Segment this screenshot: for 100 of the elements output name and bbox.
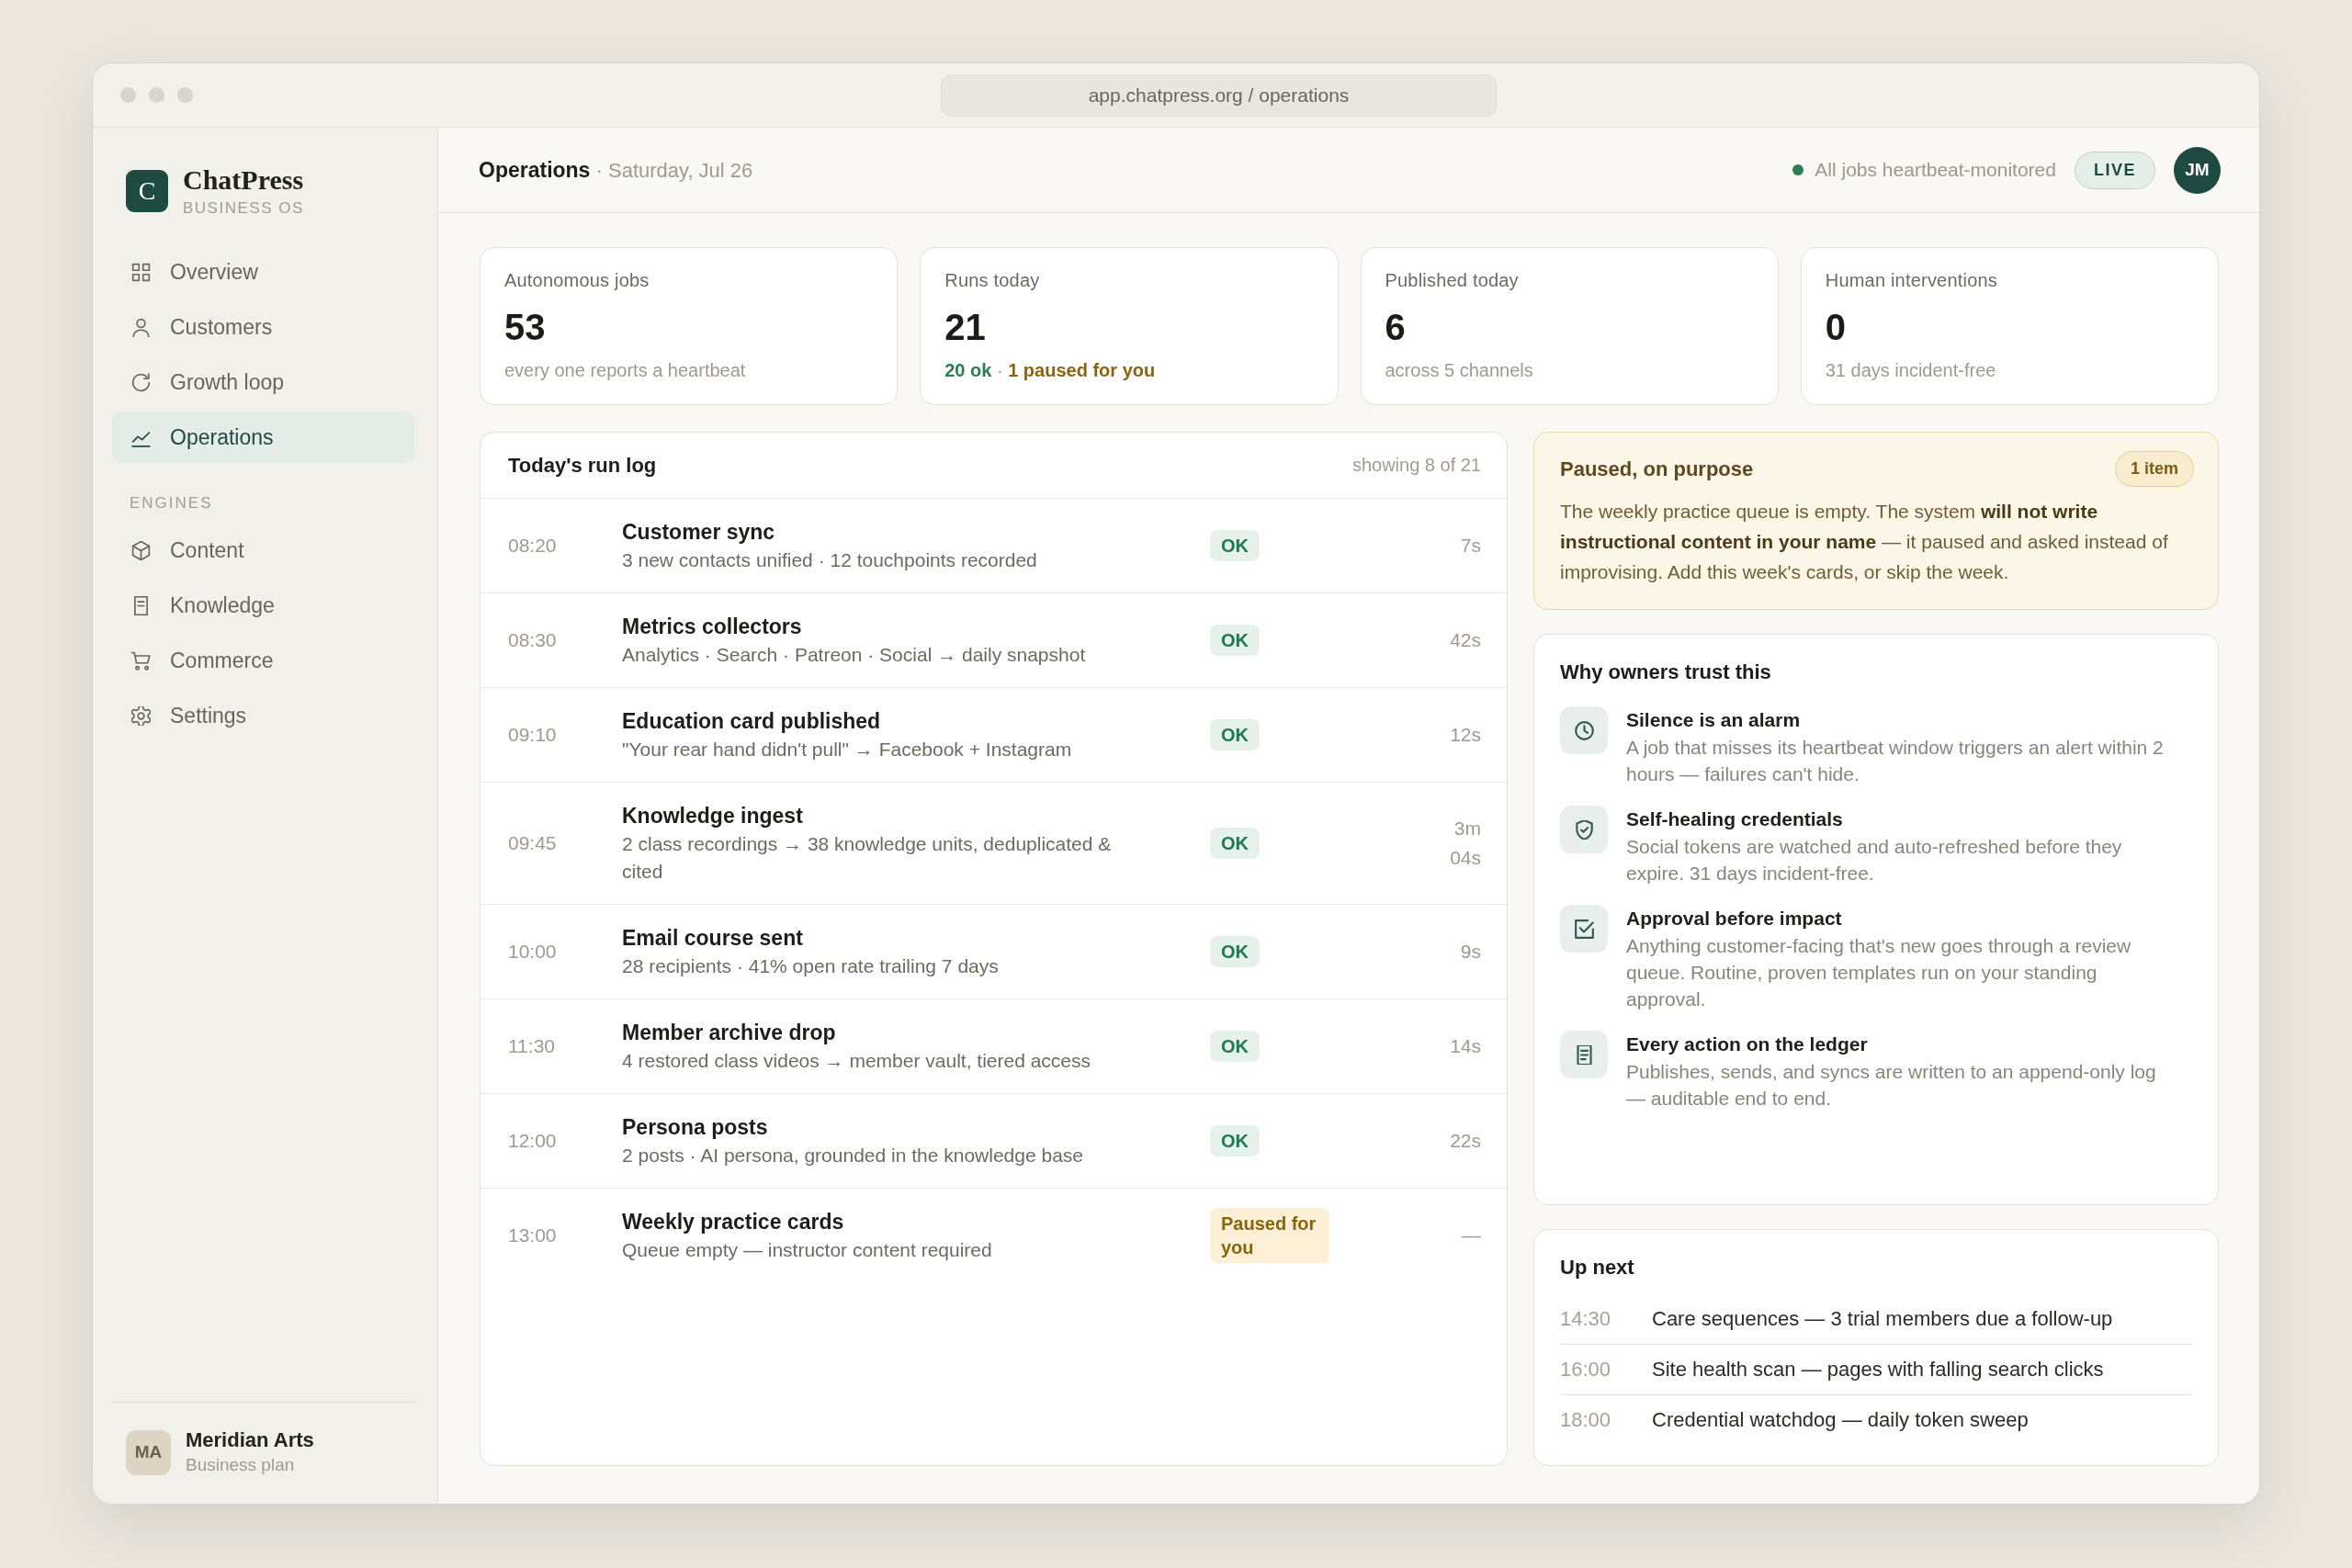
nav-item[interactable]: Commerce [112, 635, 414, 686]
stat-value: 53 [504, 306, 547, 349]
job-detail: 4 restored class videos → member vault, tiered access [622, 1049, 1092, 1073]
run-time: 12:00 [508, 1130, 558, 1152]
account-name: Meridian Arts [186, 1427, 314, 1453]
item-count-badge: 1 item [2114, 451, 2194, 487]
account-plan: Business plan [186, 1454, 296, 1476]
run-duration: 14s [1449, 1034, 1481, 1058]
trust-point-text: Anything customer-facing that's new goes through a review queue. Routine, proven templates run on your standing approval. [1626, 934, 2132, 1011]
job-detail: "Your rear hand didn't pull" → Facebook + Instagram [622, 738, 1073, 761]
run-time: 08:20 [508, 535, 558, 557]
cart-icon [131, 650, 151, 671]
job-detail: 28 recipients · 41% open rate trailing 7 days [622, 954, 1000, 978]
status-dot-icon [1792, 164, 1804, 175]
live-badge: LIVE [2075, 151, 2155, 189]
status-badge: Paused for you [1210, 1208, 1329, 1263]
stat-note: 20 ok · 1 paused for you [944, 359, 1157, 382]
status-badge: OK [1210, 828, 1260, 859]
scheduled-job: Site health scan — pages with falling search clicks [1652, 1358, 2104, 1382]
panel-title: Paused, on purpose [1560, 457, 1754, 481]
run-duration: 12s [1449, 723, 1481, 747]
run-time: 08:30 [508, 629, 558, 651]
status-badge: OK [1210, 625, 1260, 656]
nav-section-heading: ENGINES [129, 494, 214, 513]
run-time: 13:00 [508, 1224, 558, 1247]
job-title: Metrics collectors [622, 614, 803, 640]
status-badge: OK [1210, 719, 1260, 750]
stat-value: 6 [1385, 306, 1407, 349]
run-duration: 3m 04s [1449, 817, 1481, 870]
run-time: 09:45 [508, 832, 558, 854]
job-detail: Queue empty — instructor content required [622, 1238, 993, 1262]
stat-note: every one reports a heartbeat [504, 359, 747, 382]
page-heading: Operations · Saturday, Jul 26 [479, 157, 753, 183]
shield-check-icon [1560, 806, 1608, 853]
run-count: showing 8 of 21 [1351, 455, 1481, 476]
document-icon [131, 595, 151, 615]
trust-point-title: Approval before impact [1626, 907, 1843, 931]
job-detail: Analytics · Search · Patreon · Social → daily snapshot [622, 643, 1087, 667]
job-title: Weekly practice cards [622, 1209, 845, 1235]
stat-note: 31 days incident-free [1825, 359, 1997, 382]
scheduled-time: 16:00 [1560, 1358, 1612, 1382]
run-duration: 9s [1459, 940, 1481, 964]
panel-title: Why owners trust this [1560, 660, 1772, 685]
stat-label: Autonomous jobs [504, 269, 650, 292]
user-avatar[interactable]: JM [2174, 146, 2221, 194]
scheduled-time: 14:30 [1560, 1307, 1612, 1331]
refresh-icon [131, 372, 151, 392]
stat-label: Human interventions [1825, 269, 1998, 292]
stat-label: Runs today [944, 269, 1041, 292]
run-time: 10:00 [508, 941, 558, 963]
job-detail: 2 posts · AI persona, grounded in the knowledge base [622, 1144, 1084, 1168]
scheduled-time: 18:00 [1560, 1408, 1612, 1432]
job-title: Member archive drop [622, 1020, 837, 1046]
nav-item[interactable]: Knowledge [112, 580, 414, 631]
clock-icon [1560, 706, 1608, 754]
trust-point-text: A job that misses its heartbeat window triggers an alert within 2 hours — failures can't hide. [1626, 736, 2164, 786]
job-detail: 3 new contacts unified · 12 touchpoints recorded [622, 548, 1038, 572]
window-control-icon[interactable] [177, 87, 193, 103]
job-detail: 2 class recordings → 38 knowledge units, deduplicated & cited [622, 832, 1113, 884]
run-duration: 22s [1449, 1129, 1481, 1153]
trust-point-text: Publishes, sends, and syncs are written to an append-only log — auditable end to end. [1626, 1060, 2157, 1111]
nav-item[interactable]: Content [112, 525, 414, 576]
checkbox-icon [1560, 905, 1608, 953]
status-badge: OK [1210, 936, 1260, 967]
brand-tagline: BUSINESS OS [183, 199, 304, 218]
status-badge: OK [1210, 1125, 1260, 1156]
job-title: Knowledge ingest [622, 803, 804, 829]
nav-item[interactable]: Overview [112, 246, 414, 298]
status-badge: OK [1210, 530, 1260, 561]
run-time: 11:30 [508, 1035, 556, 1057]
nav-item[interactable]: Growth loop [112, 356, 414, 408]
run-duration: — [1461, 1224, 1481, 1247]
status-badge: OK [1210, 1031, 1260, 1062]
brand-name: ChatPress [183, 164, 304, 196]
stat-value: 21 [944, 306, 987, 349]
person-icon [131, 317, 151, 337]
scheduled-job: Credential watchdog — daily token sweep [1652, 1408, 2029, 1432]
cube-icon [131, 540, 151, 560]
account-avatar[interactable]: MA [126, 1429, 171, 1475]
stat-label: Published today [1385, 269, 1520, 292]
run-duration: 42s [1449, 628, 1481, 652]
stat-value: 0 [1825, 306, 1847, 349]
nav-item[interactable]: Settings [112, 690, 414, 741]
logo-mark: C [126, 170, 168, 212]
trust-point-text: Social tokens are watched and auto-refreshed before they expire. 31 days incident-free. [1626, 835, 2123, 886]
trust-point-title: Silence is an alarm [1626, 708, 1802, 732]
nav-item[interactable]: Customers [112, 301, 414, 353]
document-icon [1560, 1031, 1608, 1078]
paused-message: The weekly practice queue is empty. The system will not write instructional content in your name — it paused and asked instead of improvising. Add this week's cards, or skip the week. [1560, 500, 2169, 584]
address-bar[interactable]: app.chatpress.org / operations [941, 73, 1497, 117]
stat-note: across 5 channels [1385, 359, 1534, 382]
window-control-icon[interactable] [149, 87, 164, 103]
window-control-icon[interactable] [120, 87, 136, 103]
settings-icon [131, 705, 151, 726]
job-title: Education card published [622, 708, 882, 735]
nav-item[interactable]: Operations [112, 412, 414, 463]
monitor-status: All jobs heartbeat-monitored [1815, 159, 2056, 181]
job-title: Persona posts [622, 1114, 769, 1141]
run-duration: 7s [1459, 534, 1481, 558]
panel-title: Today's run log [508, 452, 657, 479]
